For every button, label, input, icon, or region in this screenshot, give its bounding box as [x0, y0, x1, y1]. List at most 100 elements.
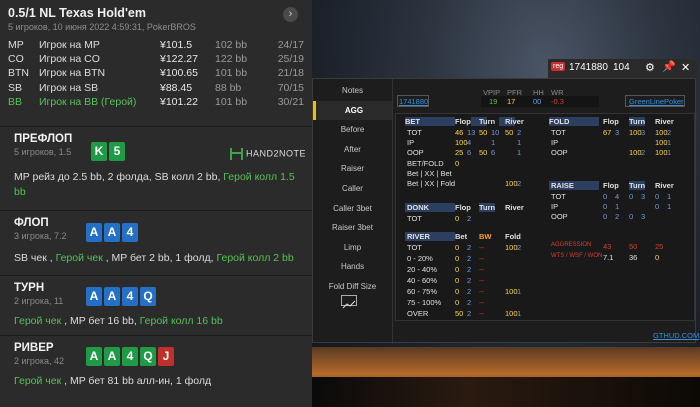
player-stats: 30/21: [277, 95, 304, 108]
hud-value: 3: [641, 212, 646, 221]
hud-value: 0: [455, 159, 460, 168]
card: 4: [122, 347, 138, 366]
card: A: [104, 287, 120, 306]
hud-value: 2: [467, 287, 472, 296]
raise-header: Turn: [629, 181, 646, 190]
row-label: TOT: [407, 243, 422, 252]
player-stack: ¥101.5: [160, 39, 193, 52]
raise-header: RAISE: [551, 181, 574, 190]
donk-header: Turn: [479, 203, 496, 212]
hud-value: 2: [517, 128, 522, 137]
hud-value: --: [479, 254, 484, 263]
top-stat-value: 19: [489, 97, 498, 106]
row-label: 40 - 60%: [407, 276, 438, 285]
hud-nav-limp[interactable]: Limp: [313, 238, 392, 258]
fold-header: Turn: [629, 117, 646, 126]
hud-value: 0: [655, 202, 660, 211]
hud-value: 1: [615, 202, 620, 211]
hud-value: 10: [491, 128, 500, 137]
row-label: 20 - 40%: [407, 265, 438, 274]
card: 4: [122, 287, 138, 306]
hud-value: 7.1: [603, 253, 614, 262]
hud-value: 25: [455, 148, 464, 157]
player-position: CO: [8, 53, 24, 66]
hud-nav-notes[interactable]: Notes: [313, 81, 392, 101]
hud-value: 100: [629, 128, 642, 137]
chevron-right-icon[interactable]: ›: [283, 7, 298, 22]
row-label: OVER: [407, 309, 429, 318]
hud-value: 2: [517, 179, 522, 188]
stats-area: [395, 113, 695, 321]
hud-value: 100: [655, 148, 668, 157]
hud-value: 0: [455, 265, 460, 274]
street-title: ФЛОП: [14, 217, 49, 229]
hud-value: 3: [641, 128, 646, 137]
close-icon[interactable]: ✕: [681, 61, 690, 74]
hud-value: 50: [455, 309, 464, 318]
agg-label: WTS / WSF / WON: [551, 253, 603, 259]
pin-icon[interactable]: 📌: [662, 60, 676, 73]
player-stack-bb: 101 bb: [215, 67, 248, 80]
hud-value: --: [479, 243, 484, 252]
hud-value: 1: [517, 138, 522, 147]
hand-history-panel: 0.5/1 NL Texas Hold'em 5 игроков, 10 июн…: [0, 0, 312, 407]
player-stack-bb: 122 bb: [215, 53, 248, 66]
hud-nav-hands[interactable]: Hands: [313, 257, 392, 277]
card: J: [158, 347, 174, 366]
hud-value: 0: [629, 212, 634, 221]
hud-value: 0: [603, 192, 608, 201]
card: 4: [122, 223, 138, 242]
hud-nav-fold-diff-size[interactable]: Fold Diff Size: [313, 277, 392, 297]
hud-value: 1: [667, 138, 672, 147]
hud-nav-caller[interactable]: Caller: [313, 179, 392, 199]
street-preflop: ПРЕФЛОП 5 игроков, 1.5 K 5 MP рейз до 2.…: [0, 127, 312, 211]
gthud-link[interactable]: GTHUD.COM: [653, 331, 699, 340]
bet-header: Flop: [455, 117, 471, 126]
hud-nav-before[interactable]: Before: [313, 120, 392, 140]
row-label: BET/FOLD: [407, 159, 444, 168]
hud-value: 2: [467, 254, 472, 263]
hud-value: 4: [467, 138, 472, 147]
row-label: TOT: [407, 128, 422, 137]
hud-value: 1: [667, 148, 672, 157]
bet-header: BET: [405, 117, 420, 126]
hud-titlebar[interactable]: reg 1741880 104 ⚙ 📌 ✕: [548, 59, 697, 78]
player-stats: 24/17: [277, 39, 304, 52]
row-label: TOT: [551, 192, 566, 201]
fold-header: River: [655, 117, 674, 126]
hud-value: 100: [455, 138, 468, 147]
raise-header: Flop: [603, 181, 619, 190]
line-chart-icon[interactable]: [341, 295, 357, 309]
hud-value: 1: [491, 138, 496, 147]
donk-header: DONK: [407, 203, 430, 212]
board-cards: K 5: [91, 142, 125, 161]
card: 5: [109, 142, 125, 161]
hud-nav-raiser[interactable]: Raiser: [313, 159, 392, 179]
player-stack-bb: 101 bb: [215, 95, 248, 108]
hud-value: 0: [455, 287, 460, 296]
hud-value: 100: [505, 287, 518, 296]
hud-nav-raiser-3bet[interactable]: Raiser 3bet: [313, 218, 392, 238]
hud-value: 3: [641, 192, 646, 201]
gear-icon[interactable]: ⚙: [645, 61, 655, 74]
player-stats: 25/19: [277, 53, 304, 66]
hud-value: 2: [467, 309, 472, 318]
hud-nav-after[interactable]: After: [313, 140, 392, 160]
hud-value: 0: [455, 243, 460, 252]
player-stack: ¥88.45: [160, 81, 193, 94]
card: K: [91, 142, 107, 161]
hud-value: 2: [615, 212, 620, 221]
street-sub: 3 игрока, 7.2: [14, 231, 67, 241]
player-id: 1741880: [569, 62, 608, 73]
hud-value: 1: [517, 287, 522, 296]
player-row: MP Игрок на MP ¥101.5 102 bb 24/17: [8, 38, 304, 52]
street-actions: Герой чек , MP бет 16 bb, Герой колл 16 …: [14, 315, 223, 327]
hud-value: 1: [667, 202, 672, 211]
hud-value: 1: [667, 192, 672, 201]
hud-value: 6: [491, 148, 496, 157]
street-sub: 2 игрока, 11: [14, 296, 64, 306]
hud-nav-agg[interactable]: AGG: [313, 100, 392, 121]
card: Q: [140, 287, 156, 306]
hud-nav-caller-3bet[interactable]: Caller 3bet: [313, 199, 392, 219]
river-header: Fold: [505, 232, 521, 241]
